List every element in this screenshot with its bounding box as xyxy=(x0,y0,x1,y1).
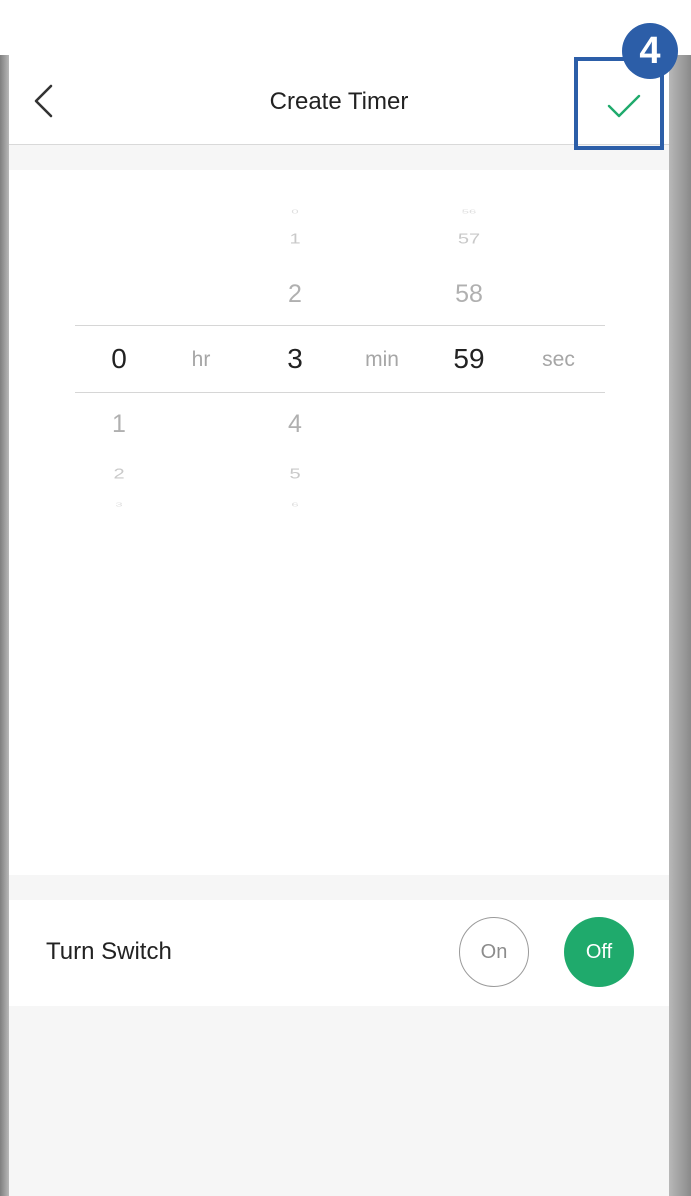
switch-off-button[interactable]: Off xyxy=(564,917,634,987)
minute-option: 6 xyxy=(291,501,299,508)
picker-selection-line-top xyxy=(75,325,605,326)
confirm-button[interactable] xyxy=(599,81,649,131)
hour-wheel[interactable]: 0 1 2 3 xyxy=(89,170,149,875)
hour-option: 3 xyxy=(115,501,123,508)
turn-switch-row: Turn Switch On Off xyxy=(9,900,669,1006)
checkmark-icon xyxy=(607,94,641,118)
step-number-badge: 4 xyxy=(622,23,678,79)
screen-edge-left xyxy=(0,55,9,1196)
minute-option: 4 xyxy=(288,410,302,438)
time-picker: 0 1 2 3 hr 0 1 2 3 4 5 6 min 56 57 58 59… xyxy=(9,170,669,875)
minute-wheel[interactable]: 0 1 2 3 4 5 6 xyxy=(265,170,325,875)
navigation-bar: Create Timer xyxy=(9,55,669,145)
minute-option: 2 xyxy=(288,280,302,308)
second-wheel[interactable]: 56 57 58 59 xyxy=(439,170,499,875)
app-screen: Create Timer 0 1 2 3 hr 0 1 2 3 4 5 6 mi… xyxy=(9,55,669,1196)
minute-selected: 3 xyxy=(287,343,303,374)
hour-selected: 0 xyxy=(111,343,127,374)
turn-switch-label: Turn Switch xyxy=(46,938,172,965)
second-option: 57 xyxy=(457,230,481,248)
screen-edge-right xyxy=(669,55,691,1196)
hour-option: 2 xyxy=(113,465,125,483)
second-option: 58 xyxy=(455,280,483,308)
switch-on-button[interactable]: On xyxy=(459,917,529,987)
minute-option: 5 xyxy=(289,465,301,483)
page-title: Create Timer xyxy=(269,88,409,115)
minute-option: 0 xyxy=(291,208,299,215)
minute-unit-label: min xyxy=(365,348,399,371)
hour-unit-label: hr xyxy=(191,348,211,371)
second-selected: 59 xyxy=(453,343,485,374)
hour-option: 1 xyxy=(112,410,126,438)
picker-selection-line-bottom xyxy=(75,392,605,393)
minute-option: 1 xyxy=(289,230,301,248)
second-unit-label: sec xyxy=(542,348,575,371)
second-option: 56 xyxy=(461,208,477,215)
